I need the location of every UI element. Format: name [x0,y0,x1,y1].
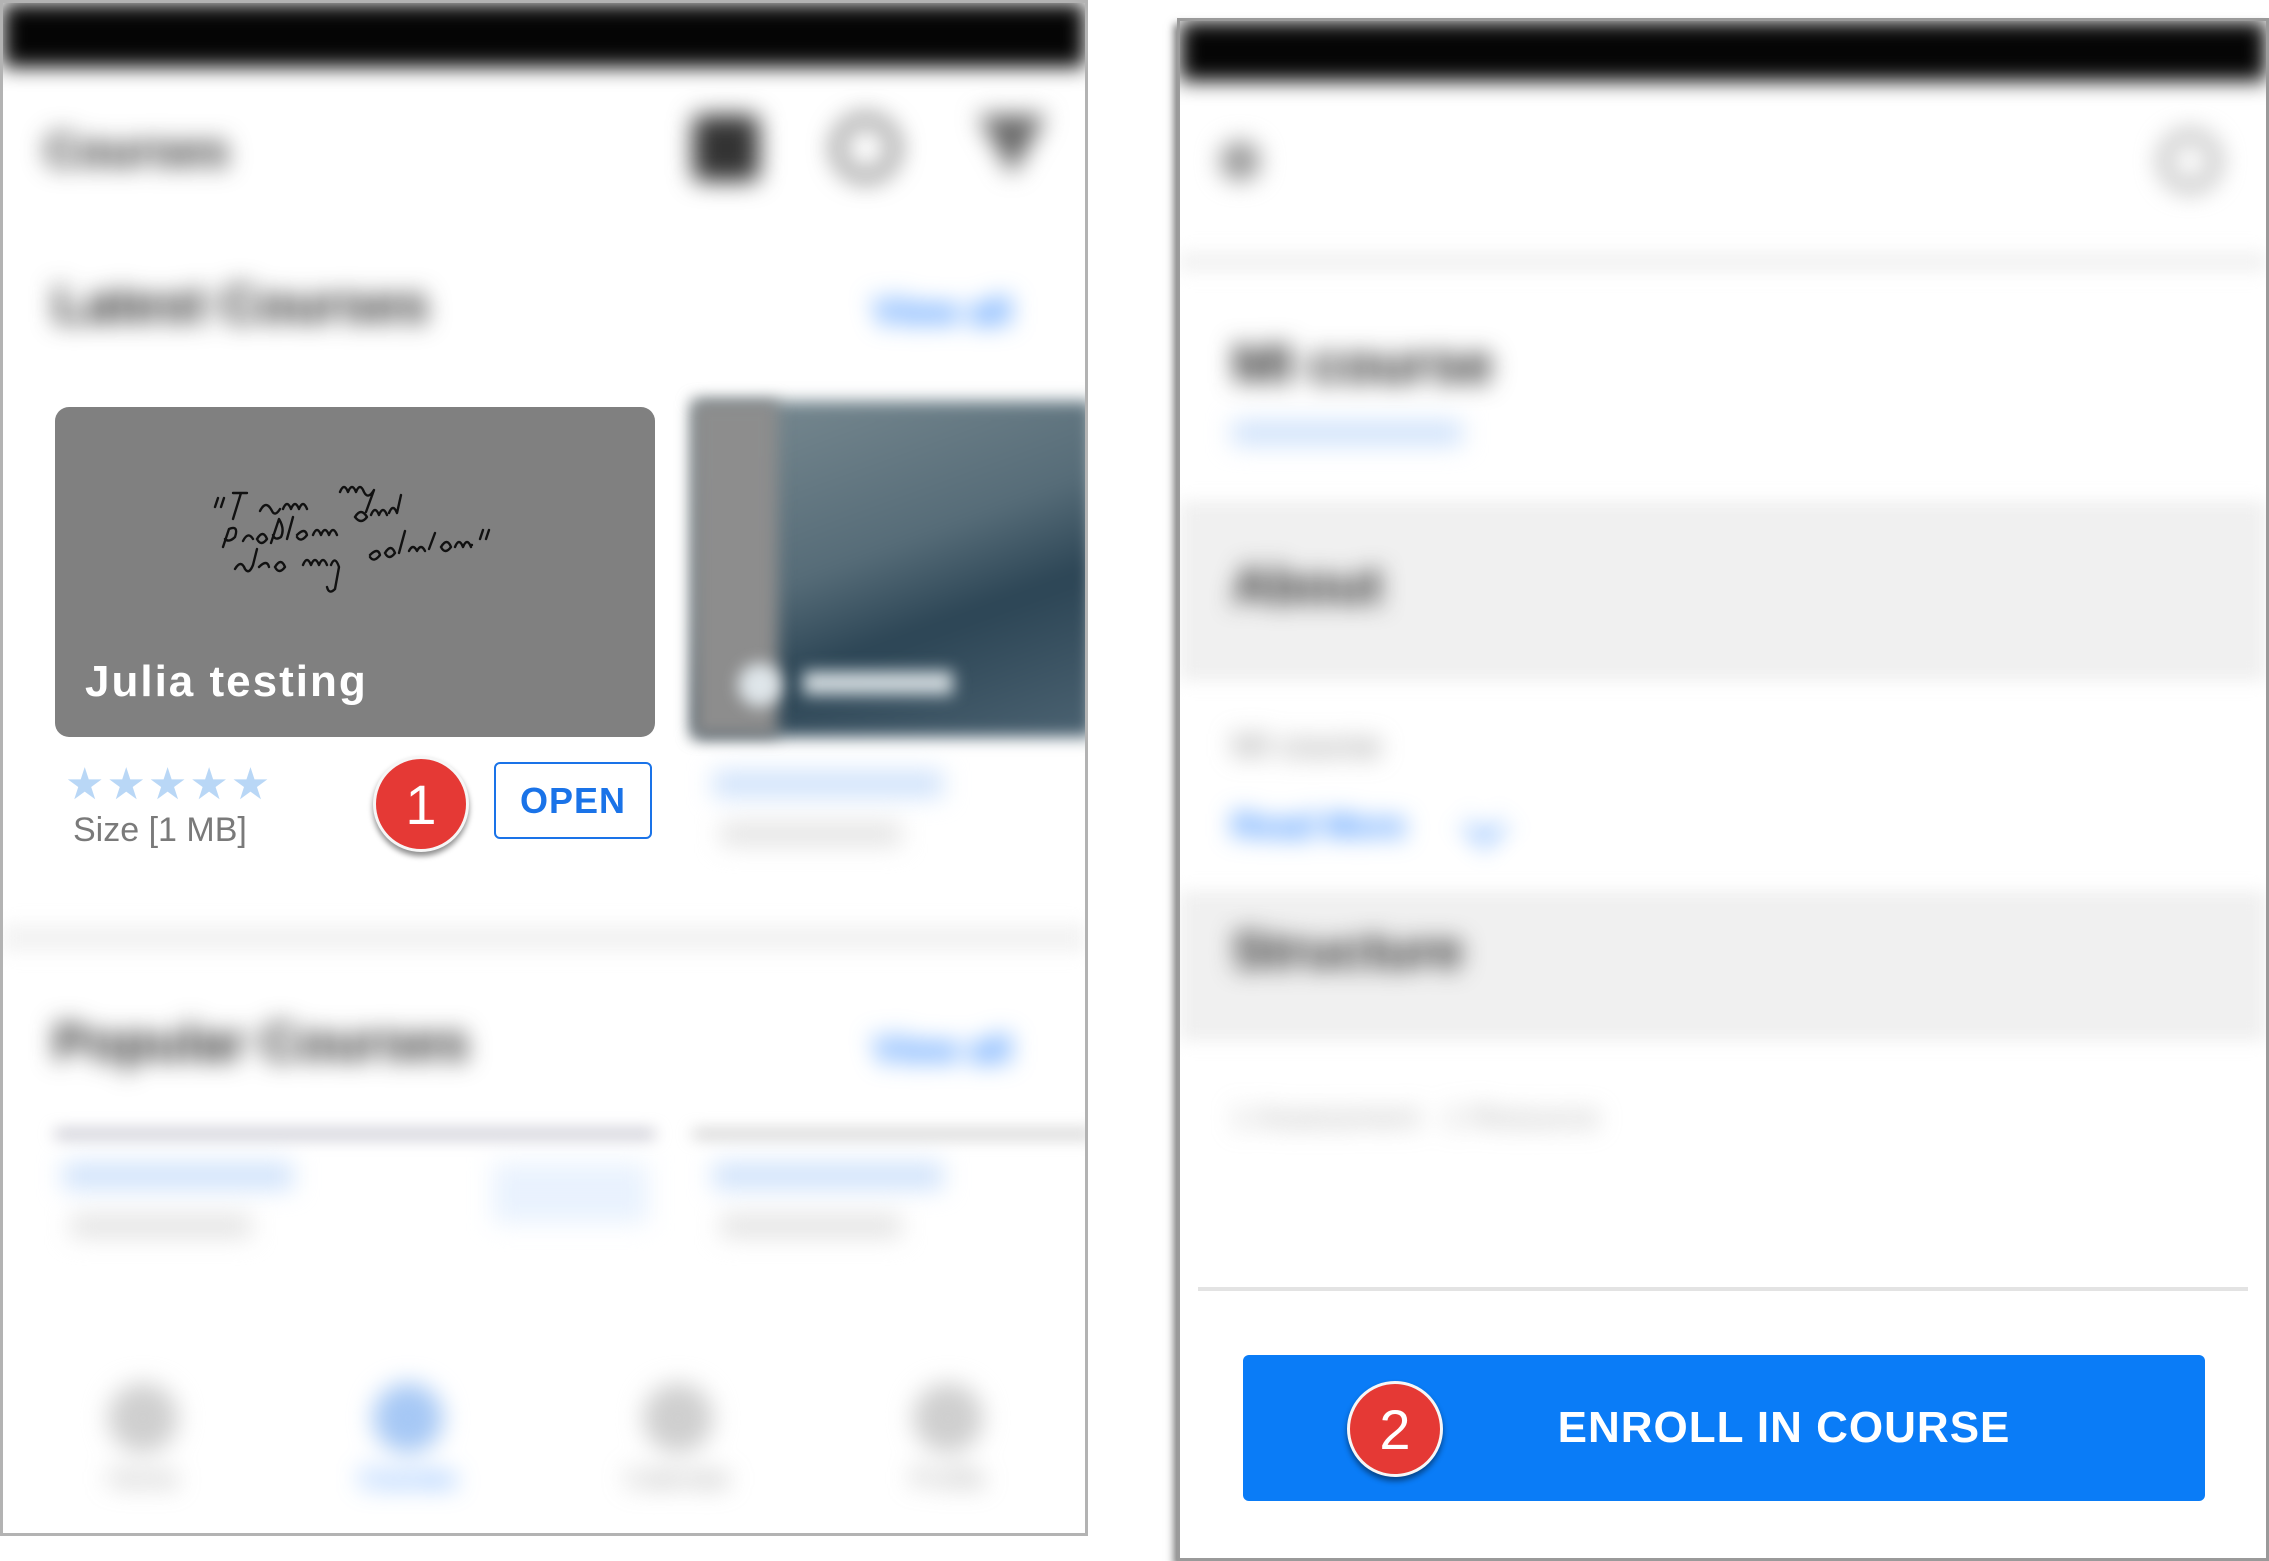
structure-heading: Structure [1232,922,1464,980]
course-card-3-edge [55,1131,655,1137]
nav-profile[interactable]: Profile [893,1383,1003,1494]
share-icon[interactable] [2160,131,2220,191]
step-1-badge: 1 [373,756,469,852]
course-card-3-rating [63,1163,293,1189]
footer-divider [1198,1287,2248,1291]
course-rating-stars [1232,421,1462,445]
play-icon [738,663,782,707]
profile-icon [913,1383,983,1453]
nav-home[interactable]: Home [88,1383,198,1494]
section-title-latest: Latest Courses [53,276,429,334]
course-title: MI course [1232,332,1494,395]
course-card-4-rating [713,1163,943,1189]
course-card-2-title [803,671,953,695]
about-heading: About [1232,557,1383,615]
course-card-2-rating [713,771,943,797]
rating-stars: ★★★★★ [65,760,273,809]
course-size-label: Size [1 MB] [73,811,247,849]
filter-icon[interactable] [978,115,1046,175]
calendar-icon [643,1383,713,1453]
chevron-down-icon [1463,804,1506,847]
course-description: MI course [1232,727,1382,765]
view-all-latest-link[interactable]: View all [873,291,1012,334]
view-all-popular-link[interactable]: View all [873,1029,1012,1072]
step-2-badge: 2 [1347,1381,1443,1477]
back-arrow-icon[interactable] [1220,141,1260,181]
search-icon[interactable] [833,115,899,181]
courses-icon [373,1383,443,1453]
section-separator [3,923,1085,953]
section-title-popular: Popular Courses [53,1014,470,1072]
structure-summary: 1 Assessment · 1 Resource [1232,1101,1599,1134]
nav-profile-label: Profile [911,1463,985,1493]
course-card-4-edge [693,1131,1085,1137]
status-bar [1180,21,2266,81]
status-bar [3,3,1085,67]
nav-courses[interactable]: Courses [353,1383,463,1494]
course-detail-screen: MI course About MI course Read More Stru… [1177,18,2269,1561]
header-divider [1180,251,2266,273]
open-course-button[interactable]: OPEN [494,762,652,839]
nav-calendar[interactable]: Calendar [623,1383,733,1494]
nav-calendar-label: Calendar [625,1463,731,1493]
nav-courses-label: Courses [359,1463,457,1493]
grid-icon[interactable] [693,115,759,181]
nav-home-label: Home [108,1463,178,1493]
enroll-button-label: ENROLL IN COURSE [1557,1403,2011,1452]
course-card-2-size [721,823,901,845]
course-card-thumbnail[interactable]: Julia testing [55,407,655,737]
handwritten-quote-image [213,485,491,593]
course-list-screen: Courses Latest Courses View all Julia te… [0,0,1088,1536]
app-bar: Courses [3,93,1085,233]
course-card-3-size [71,1215,251,1237]
open-course-3-button[interactable] [493,1163,648,1223]
course-card-title: Julia testing [85,657,368,706]
app-title: Courses [45,124,230,176]
read-more-link[interactable]: Read More [1232,807,1406,846]
course-card-4-size [721,1215,901,1237]
home-icon [108,1383,178,1453]
